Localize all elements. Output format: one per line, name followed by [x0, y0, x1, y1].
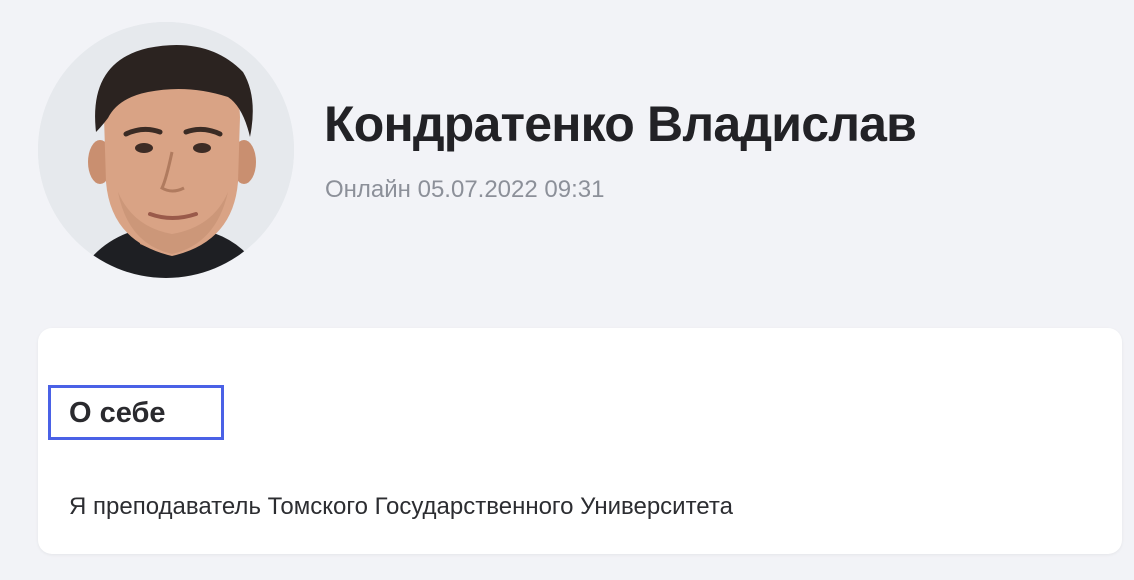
avatar-photo-icon [38, 22, 294, 278]
profile-header: Кондратенко Владислав Онлайн 05.07.2022 … [38, 22, 1134, 278]
about-heading: О себе [48, 385, 224, 440]
about-card: О себе Я преподаватель Томского Государс… [38, 328, 1122, 554]
about-text: Я преподаватель Томского Государственног… [69, 493, 733, 520]
avatar[interactable] [38, 22, 294, 278]
online-status: Онлайн 05.07.2022 09:31 [325, 176, 605, 203]
user-name: Кондратенко Владислав [324, 96, 917, 152]
